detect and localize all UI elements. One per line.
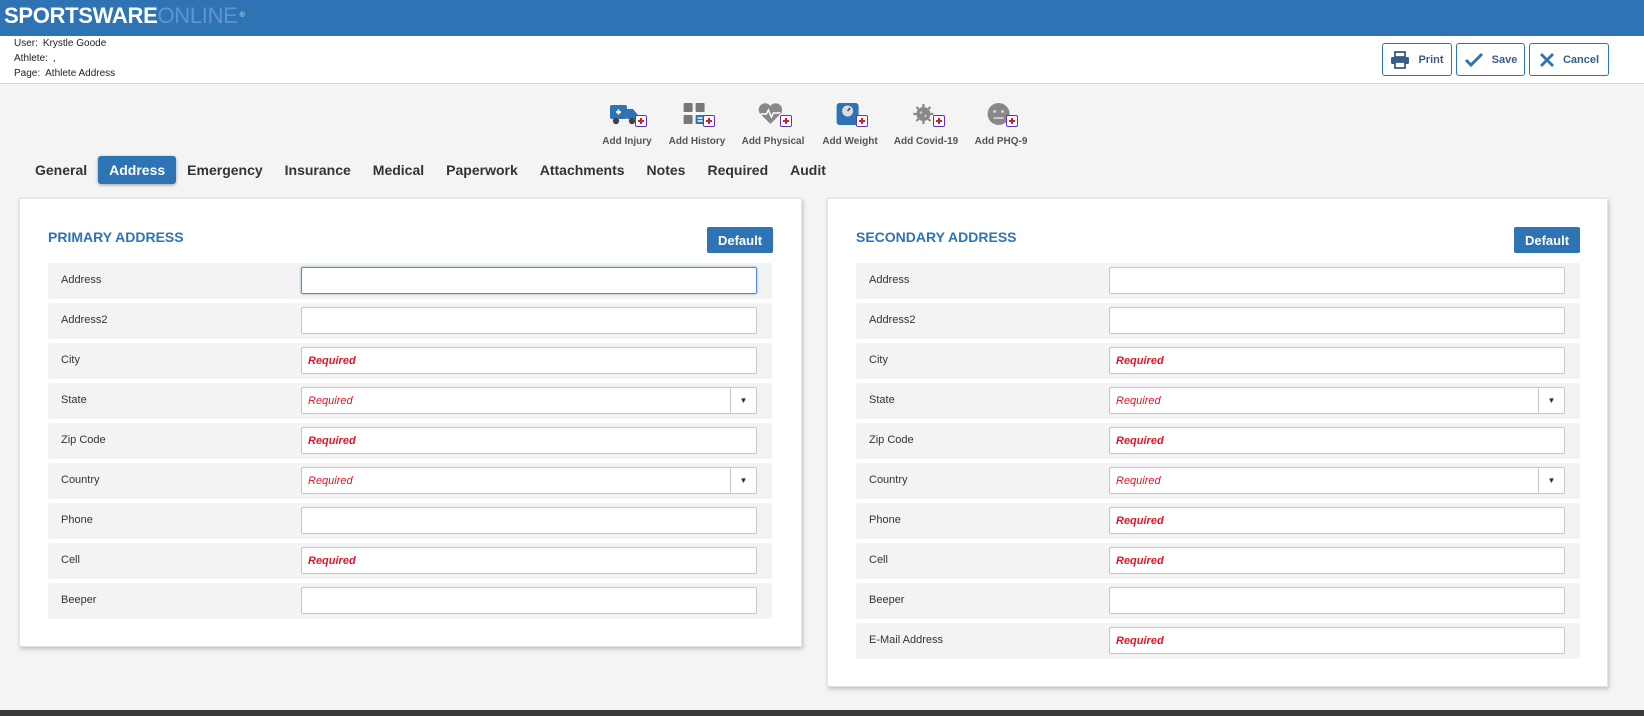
primary-city-row: City bbox=[48, 343, 772, 379]
add-plus-icon bbox=[856, 115, 868, 127]
primary-address2-input[interactable] bbox=[301, 307, 757, 334]
primary-state-select[interactable]: Required ▼ bbox=[301, 387, 757, 414]
primary-country-select[interactable]: Required ▼ bbox=[301, 467, 757, 494]
primary-address-row: Address bbox=[48, 263, 772, 299]
dropdown-arrow-icon[interactable]: ▼ bbox=[730, 388, 756, 413]
save-button[interactable]: Save bbox=[1456, 43, 1525, 76]
primary-phone-row: Phone bbox=[48, 503, 772, 539]
add-injury-button[interactable]: Add Injury bbox=[587, 98, 667, 147]
primary-beeper-row: Beeper bbox=[48, 583, 772, 619]
secondary-zip-row: Zip Code bbox=[856, 423, 1580, 459]
tab-emergency[interactable]: Emergency bbox=[176, 156, 273, 184]
close-icon bbox=[1539, 52, 1554, 67]
add-plus-icon bbox=[780, 115, 792, 127]
secondary-country-row: Country Required ▼ bbox=[856, 463, 1580, 499]
tab-notes[interactable]: Notes bbox=[636, 156, 697, 184]
primary-cell-input[interactable] bbox=[301, 547, 757, 574]
sportsware-logo[interactable]: SPORTSWAREONLINE ® bbox=[4, 3, 245, 29]
secondary-city-row: City bbox=[856, 343, 1580, 379]
add-weight-button[interactable]: Add Weight bbox=[810, 98, 890, 147]
primary-state-row: State Required ▼ bbox=[48, 383, 772, 419]
primary-cell-row: Cell bbox=[48, 543, 772, 579]
add-plus-icon bbox=[933, 115, 945, 127]
primary-zip-input[interactable] bbox=[301, 427, 757, 454]
page-info: Page: Athlete Address bbox=[14, 68, 116, 79]
secondary-city-input[interactable] bbox=[1109, 347, 1565, 374]
secondary-country-select[interactable]: Required ▼ bbox=[1109, 467, 1565, 494]
secondary-cell-input[interactable] bbox=[1109, 547, 1565, 574]
secondary-phone-row: Phone bbox=[856, 503, 1580, 539]
secondary-email-input[interactable] bbox=[1109, 627, 1565, 654]
primary-address-panel: PRIMARY ADDRESS Default Address Address2… bbox=[19, 198, 802, 647]
primary-country-row: Country Required ▼ bbox=[48, 463, 772, 499]
tab-insurance[interactable]: Insurance bbox=[274, 156, 362, 184]
secondary-address-row: Address bbox=[856, 263, 1580, 299]
secondary-cell-row: Cell bbox=[856, 543, 1580, 579]
secondary-address-panel: SECONDARY ADDRESS Default Address Addres… bbox=[827, 198, 1608, 687]
footer-bar bbox=[0, 710, 1644, 716]
secondary-address2-row: Address2 bbox=[856, 303, 1580, 339]
primary-address-input[interactable] bbox=[301, 267, 757, 294]
primary-phone-input[interactable] bbox=[301, 507, 757, 534]
primary-address2-row: Address2 bbox=[48, 303, 772, 339]
add-plus-icon bbox=[1006, 115, 1018, 127]
secondary-address2-input[interactable] bbox=[1109, 307, 1565, 334]
secondary-beeper-input[interactable] bbox=[1109, 587, 1565, 614]
add-history-button[interactable]: Add History bbox=[657, 98, 737, 147]
tab-address[interactable]: Address bbox=[98, 156, 177, 184]
primary-beeper-input[interactable] bbox=[301, 587, 757, 614]
printer-icon bbox=[1391, 50, 1410, 69]
secondary-state-select[interactable]: Required ▼ bbox=[1109, 387, 1565, 414]
tab-paperwork[interactable]: Paperwork bbox=[435, 156, 529, 184]
secondary-address-input[interactable] bbox=[1109, 267, 1565, 294]
tab-general[interactable]: General bbox=[24, 156, 98, 184]
secondary-phone-input[interactable] bbox=[1109, 507, 1565, 534]
add-physical-button[interactable]: Add Physical bbox=[733, 98, 813, 147]
secondary-email-row: E-Mail Address bbox=[856, 623, 1580, 659]
primary-city-input[interactable] bbox=[301, 347, 757, 374]
tab-bar: General Address Emergency Insurance Medi… bbox=[24, 156, 837, 184]
secondary-zip-input[interactable] bbox=[1109, 427, 1565, 454]
cancel-button[interactable]: Cancel bbox=[1529, 43, 1609, 76]
tab-medical[interactable]: Medical bbox=[362, 156, 435, 184]
secondary-address-title: SECONDARY ADDRESS bbox=[856, 229, 1017, 245]
secondary-beeper-row: Beeper bbox=[856, 583, 1580, 619]
add-phq9-button[interactable]: Add PHQ-9 bbox=[961, 98, 1041, 147]
tab-attachments[interactable]: Attachments bbox=[529, 156, 636, 184]
add-plus-icon bbox=[635, 115, 647, 127]
athlete-info: Athlete:, bbox=[14, 53, 56, 64]
dropdown-arrow-icon[interactable]: ▼ bbox=[1538, 468, 1564, 493]
dropdown-arrow-icon[interactable]: ▼ bbox=[1538, 388, 1564, 413]
user-info: User: Krystle Goode bbox=[14, 38, 107, 49]
print-button[interactable]: Print bbox=[1382, 43, 1452, 76]
dropdown-arrow-icon[interactable]: ▼ bbox=[730, 468, 756, 493]
primary-default-button[interactable]: Default bbox=[707, 227, 773, 253]
primary-zip-row: Zip Code bbox=[48, 423, 772, 459]
add-covid-button[interactable]: Add Covid-19 bbox=[886, 98, 966, 147]
checkmark-icon bbox=[1464, 52, 1483, 67]
secondary-state-row: State Required ▼ bbox=[856, 383, 1580, 419]
primary-address-title: PRIMARY ADDRESS bbox=[48, 229, 184, 245]
add-plus-icon bbox=[703, 115, 715, 127]
secondary-default-button[interactable]: Default bbox=[1514, 227, 1580, 253]
top-bar: SPORTSWAREONLINE ® bbox=[0, 0, 1644, 36]
tab-required[interactable]: Required bbox=[696, 156, 779, 184]
tab-audit[interactable]: Audit bbox=[779, 156, 837, 184]
